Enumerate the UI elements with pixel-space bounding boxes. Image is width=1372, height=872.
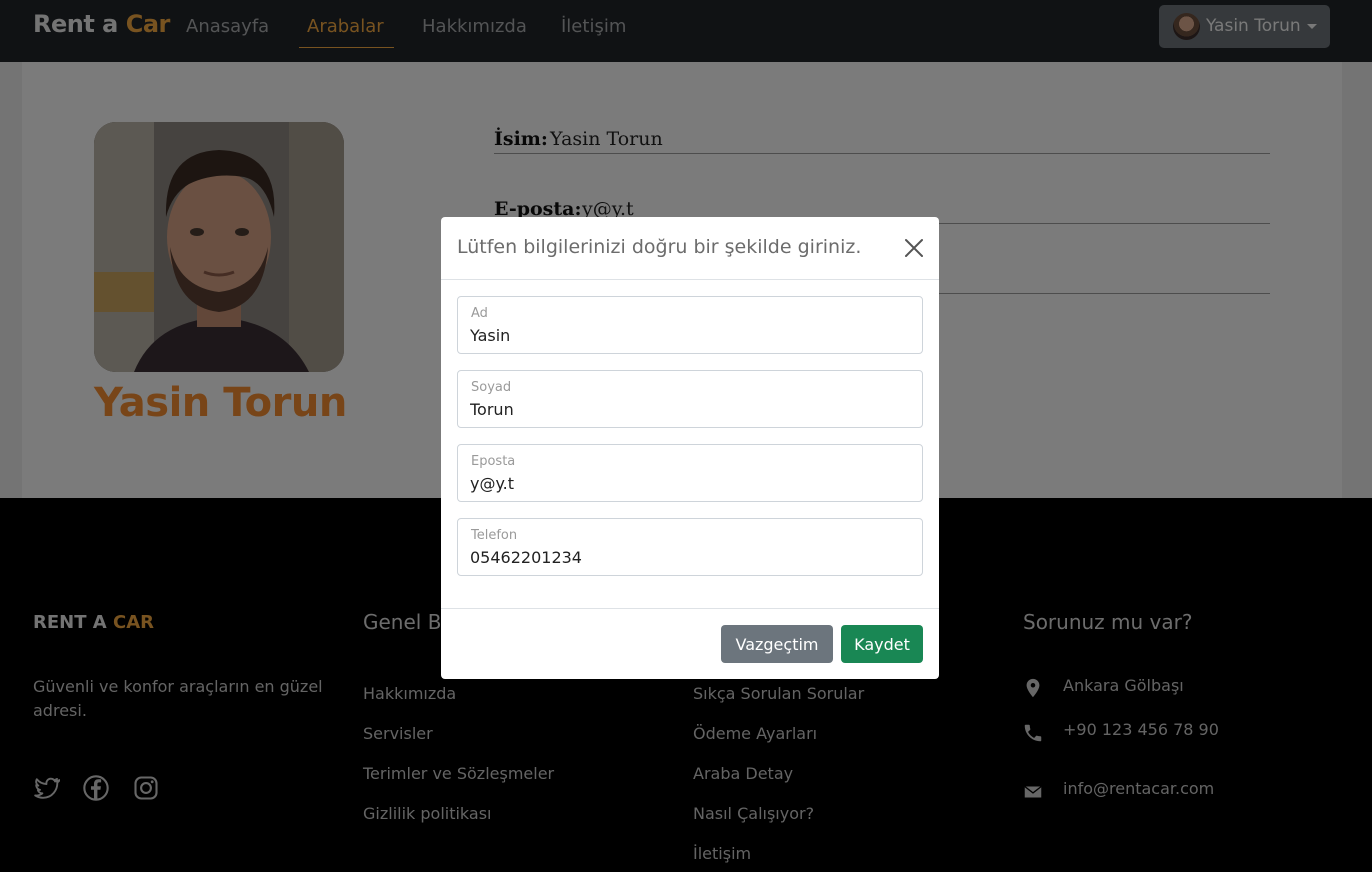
modal-title: Lütfen bilgilerinizi doğru bir şekilde g…: [457, 236, 862, 258]
phone-field[interactable]: Telefon: [457, 518, 923, 576]
field-label: Telefon: [471, 528, 518, 543]
modal-footer: Vazgeçtim Kaydet: [441, 608, 939, 679]
cancel-button[interactable]: Vazgeçtim: [721, 625, 833, 663]
close-icon[interactable]: [903, 237, 925, 259]
last-name-field[interactable]: Soyad: [457, 370, 923, 428]
email-input[interactable]: [470, 472, 910, 494]
field-label: Eposta: [471, 454, 516, 469]
edit-profile-modal: Lütfen bilgilerinizi doğru bir şekilde g…: [441, 217, 939, 679]
phone-input[interactable]: [470, 546, 910, 568]
save-button[interactable]: Kaydet: [841, 625, 923, 663]
field-label: Ad: [471, 306, 488, 321]
first-name-field[interactable]: Ad: [457, 296, 923, 354]
last-name-input[interactable]: [470, 398, 910, 420]
email-field[interactable]: Eposta: [457, 444, 923, 502]
first-name-input[interactable]: [470, 324, 910, 346]
field-label: Soyad: [471, 380, 512, 395]
modal-header: Lütfen bilgilerinizi doğru bir şekilde g…: [441, 217, 939, 280]
